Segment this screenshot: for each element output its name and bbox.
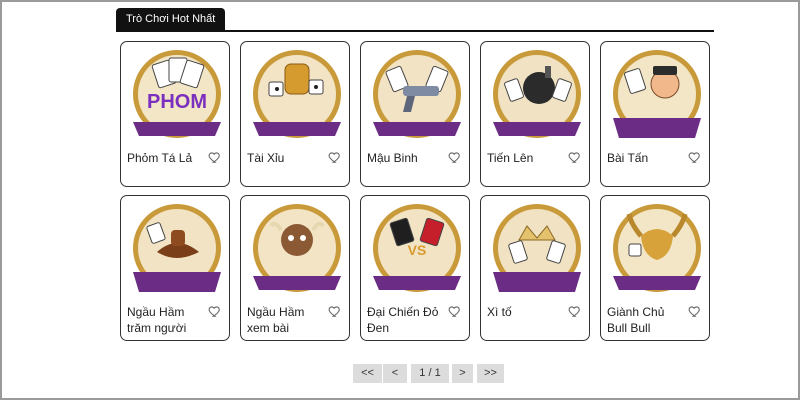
game-card[interactable]: VS Đại Chiến Đỏ Đen: [360, 195, 470, 341]
game-card[interactable]: Mậu Binh: [360, 41, 470, 187]
bull-head-icon[interactable]: [607, 200, 707, 300]
game-title: Xì tố: [487, 305, 512, 319]
game-card[interactable]: Ngầu Hầm xem bài: [240, 195, 350, 341]
cowboy-hat-icon[interactable]: [127, 200, 227, 300]
section-header: Trò Chơi Hot Nhất: [116, 8, 714, 32]
heart-icon[interactable]: [688, 304, 702, 318]
svg-text:PHOM: PHOM: [147, 91, 207, 113]
section-tab[interactable]: Trò Chơi Hot Nhất: [116, 8, 226, 30]
game-title: Tài Xỉu: [247, 151, 285, 165]
dice-cup-icon[interactable]: [247, 46, 347, 146]
bull-mascot-icon[interactable]: [247, 200, 347, 300]
svg-text:VS: VS: [408, 242, 427, 258]
game-card[interactable]: Giành Chủ Bull Bull: [600, 195, 710, 341]
heart-icon[interactable]: [328, 150, 342, 164]
game-title: Mậu Binh: [367, 151, 418, 165]
crown-cards-icon[interactable]: [487, 200, 587, 300]
game-grid: PHOM Phỏm Tá Lả Tài Xỉu Mậu Binh Tiến Lê…: [120, 41, 710, 347]
game-card[interactable]: Tiến Lên: [480, 41, 590, 187]
game-title: Ngầu Hầm xem bài: [247, 305, 305, 335]
heart-icon[interactable]: [688, 150, 702, 164]
heart-icon[interactable]: [328, 304, 342, 318]
game-title: Đại Chiến Đỏ Đen: [367, 305, 439, 335]
game-title: Giành Chủ Bull Bull: [607, 305, 665, 335]
phom-cards-icon[interactable]: PHOM: [127, 46, 227, 146]
heart-icon[interactable]: [448, 304, 462, 318]
vs-cards-icon[interactable]: VS: [367, 200, 467, 300]
game-title: Phỏm Tá Lả: [127, 151, 193, 165]
heart-icon[interactable]: [568, 150, 582, 164]
game-title: Tiến Lên: [487, 151, 534, 165]
next-page-button[interactable]: >: [452, 364, 473, 383]
revolver-cards-icon[interactable]: [367, 46, 467, 146]
game-card[interactable]: PHOM Phỏm Tá Lả: [120, 41, 230, 187]
game-title: Ngầu Hầm trăm người: [127, 305, 187, 335]
game-card[interactable]: Ngầu Hầm trăm người: [120, 195, 230, 341]
heart-icon[interactable]: [448, 150, 462, 164]
prev-page-button[interactable]: <: [383, 364, 407, 383]
heart-icon[interactable]: [208, 304, 222, 318]
page-indicator: 1 / 1: [411, 364, 449, 383]
first-page-button[interactable]: <<: [353, 364, 382, 383]
last-page-button[interactable]: >>: [477, 364, 504, 383]
landlord-cards-icon[interactable]: [607, 46, 707, 146]
game-title: Bài Tấn: [607, 151, 649, 165]
game-card[interactable]: Xì tố: [480, 195, 590, 341]
heart-icon[interactable]: [568, 304, 582, 318]
heart-icon[interactable]: [208, 150, 222, 164]
bomb-cards-icon[interactable]: [487, 46, 587, 146]
game-card[interactable]: Tài Xỉu: [240, 41, 350, 187]
game-card[interactable]: Bài Tấn: [600, 41, 710, 187]
